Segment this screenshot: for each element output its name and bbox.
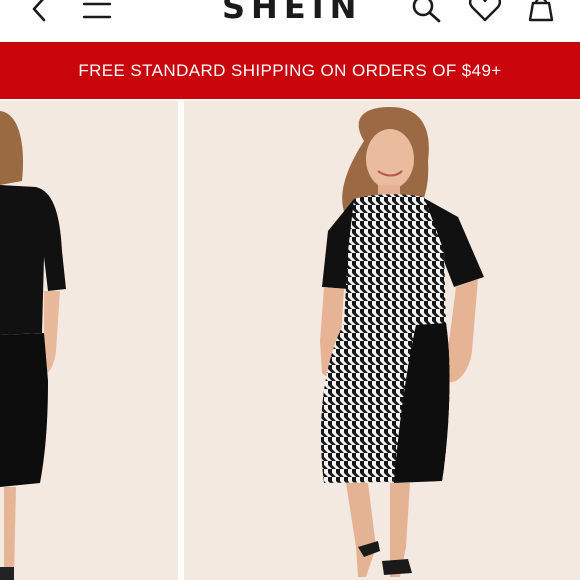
product-image-gallery[interactable] <box>0 99 580 580</box>
back-arrow-icon[interactable] <box>28 0 52 22</box>
free-shipping-text: FREE STANDARD SHIPPING ON ORDERS OF $49+ <box>78 60 502 80</box>
menu-icon[interactable] <box>82 0 112 22</box>
product-photo-front-view[interactable] <box>184 101 580 580</box>
model-wearing-houndstooth-outfit <box>320 107 484 577</box>
search-icon[interactable] <box>410 0 442 24</box>
top-navigation-bar: SHEIN <box>0 0 580 42</box>
free-shipping-banner[interactable]: FREE STANDARD SHIPPING ON ORDERS OF $49+ <box>0 42 580 99</box>
heart-icon[interactable] <box>468 0 502 22</box>
brand-logo[interactable]: SHEIN <box>222 0 362 26</box>
shopping-bag-icon[interactable] <box>526 0 556 22</box>
back-view-illustration <box>0 111 66 580</box>
product-photo-back-view[interactable] <box>0 101 178 580</box>
